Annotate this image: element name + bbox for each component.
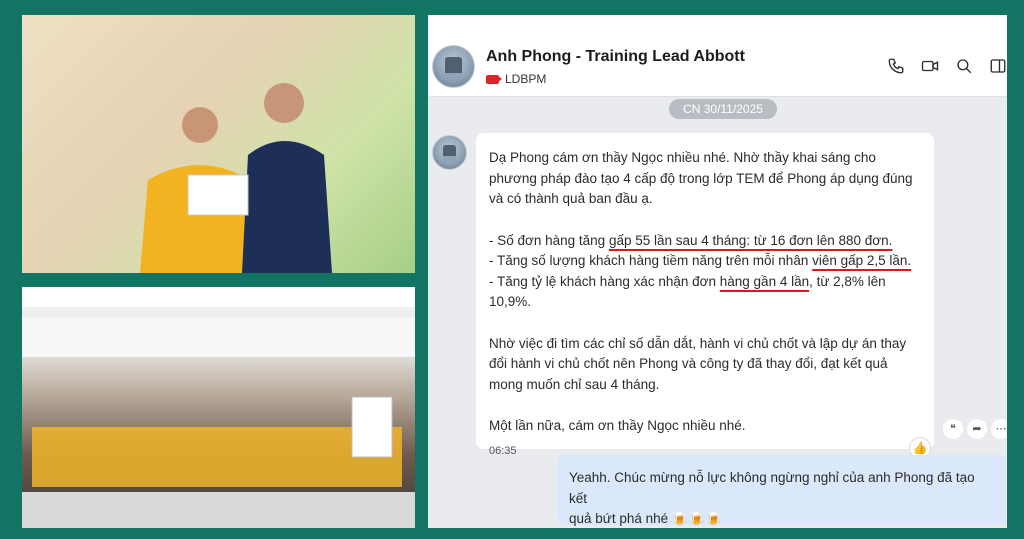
message-text: đổi hành vi chủ chốt nên Phong và công t…	[489, 356, 888, 371]
phone-icon[interactable]	[887, 57, 905, 75]
outgoing-message[interactable]: Yeahh. Chúc mừng nỗ lực không ngừng nghỉ…	[557, 455, 1006, 526]
message-bullet: - Tăng tỷ lệ khách hàng xác nhận đơn hàn…	[489, 272, 921, 313]
message-bullet: - Số đơn hàng tăng gấp 55 lần sau 4 thán…	[489, 231, 921, 252]
bullet-text: - Tăng tỷ lệ khách hàng xác nhận đơn	[489, 273, 720, 289]
group-illustration	[22, 287, 415, 528]
chat-subtitle: LDBPM	[486, 72, 546, 86]
chat-header: Anh Phong - Training Lead Abbott LDBPM	[428, 15, 1007, 97]
chat-title: Anh Phong - Training Lead Abbott	[486, 48, 745, 65]
bullet-text: - Tăng số lượng khách hàng tiềm năng trê…	[489, 253, 813, 268]
message-text: và có thành quả ban đầu ạ.	[489, 191, 653, 206]
video-icon[interactable]	[921, 57, 939, 75]
avatar[interactable]	[432, 45, 475, 88]
incoming-message[interactable]: Dạ Phong cám ơn thầy Ngọc nhiều nhé. Nhờ…	[476, 133, 934, 457]
sender-avatar[interactable]	[432, 135, 467, 170]
message-text: Nhờ việc đi tìm các chỉ số dẫn dắt, hành…	[489, 335, 907, 351]
message-text: quả bứt phá nhé 🍺🍺🍺	[569, 511, 723, 526]
highlight-text: viên gấp 2,5 lần.	[812, 253, 912, 268]
chat-window: Anh Phong - Training Lead Abbott LDBPM C…	[428, 15, 1007, 528]
message-bullet: - Tăng số lượng khách hàng tiềm năng trê…	[489, 251, 921, 272]
message-text: Yeahh. Chúc mừng nỗ lực không ngừng nghỉ…	[569, 470, 975, 506]
bullet-text: - Số đơn hàng tăng	[489, 232, 609, 248]
message-text: Dạ Phong cám ơn thầy Ngọc nhiều nhé. Nhờ…	[489, 150, 876, 165]
ceremony-illustration	[140, 83, 332, 273]
photo-certificate-ceremony	[22, 15, 415, 273]
photo-group	[22, 287, 415, 528]
header-actions	[887, 57, 1007, 75]
message-text: mong muốn chỉ sau 4 tháng.	[489, 376, 660, 392]
message-text: phương pháp đào tạo 4 cấp độ trong lớp T…	[489, 170, 913, 186]
chat-subtitle-label: LDBPM	[505, 72, 547, 86]
date-chip: CN 30/11/2025	[669, 99, 777, 119]
message-text: Một lần nữa, cám ơn thầy Ngọc nhiều nhé.	[489, 418, 746, 433]
more-icon[interactable]: ⋯	[991, 419, 1007, 439]
quote-icon[interactable]: ❝	[943, 419, 963, 439]
tag-icon	[486, 74, 502, 84]
forward-icon[interactable]: ➦	[967, 419, 987, 439]
highlight-text: hàng gần 4 lần	[719, 273, 810, 289]
sidebar-icon[interactable]	[989, 57, 1007, 75]
search-icon[interactable]	[955, 57, 973, 75]
highlight-text: gấp 55 lần sau 4 tháng: từ 16 đơn lên 88…	[608, 232, 893, 248]
